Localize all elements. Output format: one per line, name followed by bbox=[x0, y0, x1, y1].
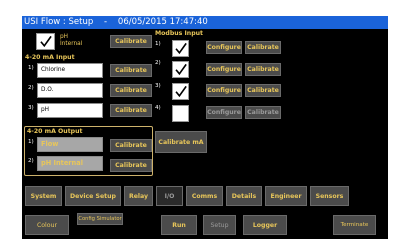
ph-internal-label: pH Internal bbox=[60, 34, 82, 48]
output-row-1-field[interactable]: Flow bbox=[37, 137, 103, 152]
setup-button[interactable]: Setup bbox=[203, 215, 236, 235]
tab-relay[interactable]: Relay bbox=[124, 186, 153, 206]
ph-internal-calibrate-button[interactable]: Calibrate bbox=[110, 35, 152, 48]
tab-system[interactable]: System bbox=[25, 186, 62, 206]
checkmark-icon bbox=[40, 35, 52, 47]
ph-internal-checkbox[interactable] bbox=[36, 33, 55, 50]
output-section-header: 4-20 mA Output bbox=[27, 128, 83, 135]
output-row-2-field[interactable]: pH Internal bbox=[37, 156, 103, 171]
input-row-1-field[interactable]: Chlorine bbox=[37, 63, 103, 78]
modbus-row-3-num: 3) bbox=[155, 83, 161, 89]
modbus-row-3-configure-button[interactable]: Configure bbox=[206, 84, 242, 97]
colour-button[interactable]: Colour bbox=[25, 215, 69, 235]
modbus-section-header: Modbus Input bbox=[155, 30, 204, 37]
logger-button[interactable]: Logger bbox=[243, 215, 287, 235]
tab-engineer[interactable]: Engineer bbox=[265, 186, 307, 206]
modbus-row-4-checkbox[interactable] bbox=[172, 105, 189, 122]
tab-sensors[interactable]: Sensors bbox=[310, 186, 349, 206]
terminate-button[interactable]: Terminate bbox=[333, 215, 376, 235]
output-row-2-num: 2) bbox=[28, 158, 34, 164]
setup-screen: pH Internal Calibrate 4-20 mA Input 1) C… bbox=[22, 29, 388, 239]
checkmark-icon bbox=[175, 63, 187, 75]
ph-internal-label-line1: pH bbox=[60, 34, 69, 40]
input-section-header: 4-20 mA Input bbox=[25, 54, 75, 61]
modbus-row-1-num: 1) bbox=[155, 41, 161, 47]
modbus-row-4-calibrate-button[interactable]: Calibrate bbox=[245, 106, 281, 119]
input-row-1-calibrate-button[interactable]: Calibrate bbox=[110, 64, 152, 77]
input-row-2-calibrate-button[interactable]: Calibrate bbox=[110, 84, 152, 97]
run-button[interactable]: Run bbox=[161, 215, 197, 235]
input-row-2-field[interactable]: D.O. bbox=[37, 83, 103, 98]
tab-comms[interactable]: Comms bbox=[186, 186, 223, 206]
output-row-1-num: 1) bbox=[28, 139, 34, 145]
ph-internal-label-line2: Internal bbox=[60, 41, 83, 47]
modbus-row-3-calibrate-button[interactable]: Calibrate bbox=[245, 84, 281, 97]
modbus-row-1-calibrate-button[interactable]: Calibrate bbox=[245, 41, 281, 54]
input-row-3-num: 3) bbox=[28, 105, 34, 111]
modbus-row-3-checkbox[interactable] bbox=[172, 83, 189, 100]
input-row-3-calibrate-button[interactable]: Calibrate bbox=[110, 104, 152, 117]
tab-details[interactable]: Details bbox=[226, 186, 262, 206]
modbus-row-2-calibrate-button[interactable]: Calibrate bbox=[245, 63, 281, 76]
input-row-1-num: 1) bbox=[28, 65, 34, 71]
tab-io[interactable]: I/O bbox=[156, 186, 183, 206]
modbus-row-1-configure-button[interactable]: Configure bbox=[206, 41, 242, 54]
config-simulator-button[interactable]: Config Simulator bbox=[77, 213, 123, 225]
modbus-row-4-configure-button[interactable]: Configure bbox=[206, 106, 242, 119]
modbus-row-2-num: 2) bbox=[155, 60, 161, 66]
tab-device-setup[interactable]: Device Setup bbox=[65, 186, 121, 206]
checkmark-icon bbox=[175, 85, 187, 97]
output-row-1-calibrate-button[interactable]: Calibrate bbox=[110, 139, 152, 152]
modbus-row-2-checkbox[interactable] bbox=[172, 61, 189, 78]
modbus-row-2-configure-button[interactable]: Configure bbox=[206, 63, 242, 76]
modbus-row-1-checkbox[interactable] bbox=[172, 40, 189, 57]
window-title-bar: USI Flow : Setup - 06/05/2015 17:47:40 bbox=[22, 16, 388, 29]
modbus-row-4-num: 4) bbox=[155, 105, 161, 111]
output-row-2-calibrate-button[interactable]: Calibrate bbox=[110, 159, 152, 172]
checkmark-icon bbox=[175, 42, 187, 54]
calibrate-ma-button[interactable]: Calibrate mA bbox=[155, 131, 207, 153]
input-row-2-num: 2) bbox=[28, 85, 34, 91]
input-row-3-field[interactable]: pH bbox=[37, 103, 103, 118]
